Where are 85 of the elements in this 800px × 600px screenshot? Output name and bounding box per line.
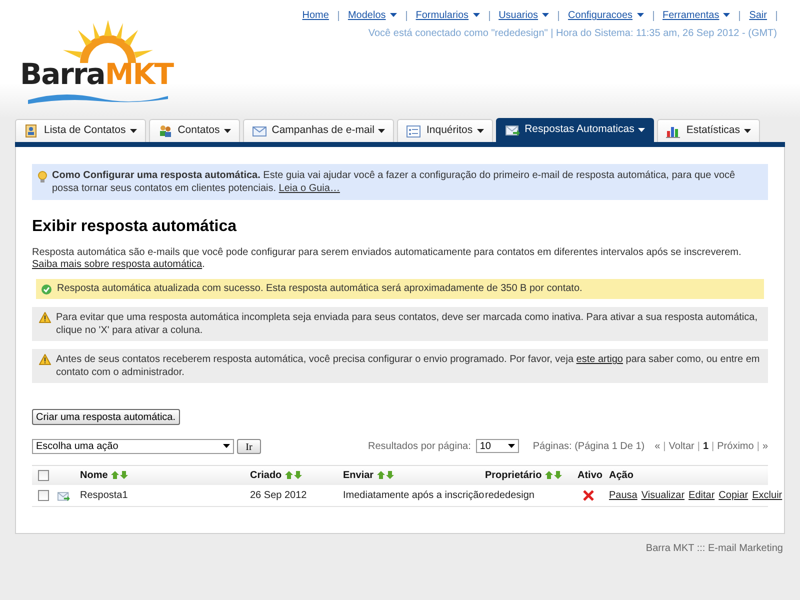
- tab[interactable]: Estatísticas: [657, 119, 760, 142]
- sort-arrows-icon: [284, 471, 302, 480]
- article-link[interactable]: este artigo: [576, 354, 623, 365]
- action-link[interactable]: Excluir: [752, 490, 782, 501]
- close-icon[interactable]: [582, 490, 594, 501]
- notice-text: Resposta automática atualizada com sucesso. Esta resposta automática será aproximadamente de 350 B por contato.: [57, 283, 582, 295]
- guide-link[interactable]: Leia o Guia…: [278, 183, 340, 194]
- intro-text: Resposta automática são e-mails que você pode configurar para serem enviados automaticamente para contatos em diferentes intervalos após se inscreverem. Saiba mais sobre resposta automática.: [32, 247, 742, 271]
- warning-icon: [39, 354, 51, 365]
- page-separator: |: [697, 440, 700, 454]
- tab[interactable]: Inquéritos: [397, 119, 493, 142]
- column-header[interactable]: Enviar: [343, 468, 394, 483]
- session-info: Você está conectado como "rededesign" | Hora do Sistema: 11:35 am, 26 Sep 2012 - (GMT): [368, 27, 777, 41]
- caret-icon: [378, 129, 386, 133]
- caret-icon: [542, 13, 550, 18]
- page-separator: |: [756, 440, 760, 454]
- tab[interactable]: Lista de Contatos: [15, 119, 146, 142]
- sort-arrows-icon: [110, 471, 128, 480]
- action-link[interactable]: Pausa: [609, 490, 638, 501]
- sort-arrows-icon: [376, 471, 394, 480]
- lightbulb-icon: [37, 171, 48, 183]
- action-link[interactable]: Editar: [688, 490, 715, 501]
- current-page: 1: [702, 440, 709, 454]
- page-link[interactable]: Voltar: [668, 438, 694, 454]
- column-header[interactable]: Proprietário: [485, 468, 562, 483]
- nav-link[interactable]: Modelos: [348, 8, 397, 23]
- column-header: Ativo: [578, 469, 602, 483]
- form-icon: [406, 124, 422, 138]
- caret-icon: [744, 129, 752, 133]
- page-separator: |: [663, 440, 666, 454]
- column-header[interactable]: Nome: [80, 468, 128, 483]
- page-separator: |: [712, 440, 714, 454]
- caret-icon: [638, 128, 646, 132]
- table-cell: Resposta1: [80, 490, 128, 501]
- logo-text: Barra: [20, 60, 105, 89]
- page-link[interactable]: «: [654, 438, 660, 454]
- people-icon: [158, 124, 173, 138]
- go-button[interactable]: Ir: [237, 438, 261, 454]
- notice-text: Antes de seus contatos receberem resposta automática, você precisa configurar o envio programado. Por favor, veja este artigo para saber como, ou entre em contato com o administrador.: [56, 353, 761, 379]
- nav-link[interactable]: Sair: [749, 8, 767, 23]
- nav-link[interactable]: Formularios: [416, 8, 480, 23]
- notice-text: Para evitar que uma resposta automática incompleta seja enviada para seus contatos, deve ser marcada como inativa. Para ativar a sua resposta automática, clique no 'X' para ativar a coluna.: [56, 311, 758, 337]
- caret-icon: [636, 13, 644, 18]
- nav-link[interactable]: Home: [302, 8, 329, 23]
- tab[interactable]: Campanhas de e-mail: [242, 119, 394, 142]
- contact-card-icon: [24, 124, 39, 138]
- nav-link[interactable]: Configuracoes: [568, 8, 644, 23]
- caret-icon: [472, 13, 480, 18]
- caret-icon: [390, 13, 397, 18]
- dropdown-arrow-icon: [223, 444, 230, 448]
- logo-text: MKT: [104, 60, 173, 89]
- caret-icon: [476, 129, 484, 133]
- table-cell: rededesign: [485, 490, 534, 501]
- tab[interactable]: Contatos: [148, 119, 240, 142]
- caret-icon: [224, 129, 231, 133]
- column-header: Ação: [609, 469, 634, 483]
- create-button[interactable]: Criar uma resposta automática.: [32, 409, 180, 425]
- action-select[interactable]: Escolha uma ação: [32, 438, 234, 454]
- column-header[interactable]: Criado: [250, 468, 302, 483]
- checkbox[interactable]: [38, 490, 49, 501]
- nav-link[interactable]: Ferramentas: [662, 8, 730, 23]
- bar-chart-icon: [666, 124, 682, 138]
- sort-arrows-icon: [544, 471, 562, 480]
- table-cell: Imediatamente após a inscrição: [343, 490, 484, 501]
- table-cell: 26 Sep 2012: [250, 490, 307, 501]
- caret-icon: [130, 129, 137, 133]
- check-circle-icon: [41, 284, 52, 295]
- per-page-select[interactable]: 10: [476, 439, 519, 453]
- guide-text: Como Configurar uma resposta automática. Este guia vai ajudar você a fazer a configuração do primeiro e-mail de resposta automática, para que você possa tornar seus contatos em clientes potenciais. Leia o Guia…: [52, 169, 736, 195]
- learn-more-link[interactable]: Saiba mais sobre resposta automática: [32, 259, 202, 270]
- nav-link[interactable]: Usuarios: [498, 8, 550, 23]
- tab[interactable]: Respostas Automaticas: [496, 118, 654, 142]
- pages-info: Páginas: (Página 1 De 1): [532, 440, 645, 454]
- envelope-icon: [252, 124, 267, 138]
- action-link[interactable]: Copiar: [718, 490, 748, 501]
- page-link[interactable]: »: [762, 438, 768, 454]
- per-page-label: Resultados por página:: [368, 440, 471, 454]
- warning-icon: [39, 312, 51, 323]
- caret-icon: [723, 13, 730, 18]
- page-link[interactable]: Próximo: [717, 438, 754, 454]
- footer-text: Barra MKT ::: E-mail Marketing: [644, 542, 784, 556]
- action-link[interactable]: Visualizar: [641, 490, 685, 501]
- checkbox[interactable]: [38, 470, 49, 481]
- dropdown-arrow-icon: [508, 444, 515, 448]
- page-heading: Exibir resposta automática: [32, 217, 238, 237]
